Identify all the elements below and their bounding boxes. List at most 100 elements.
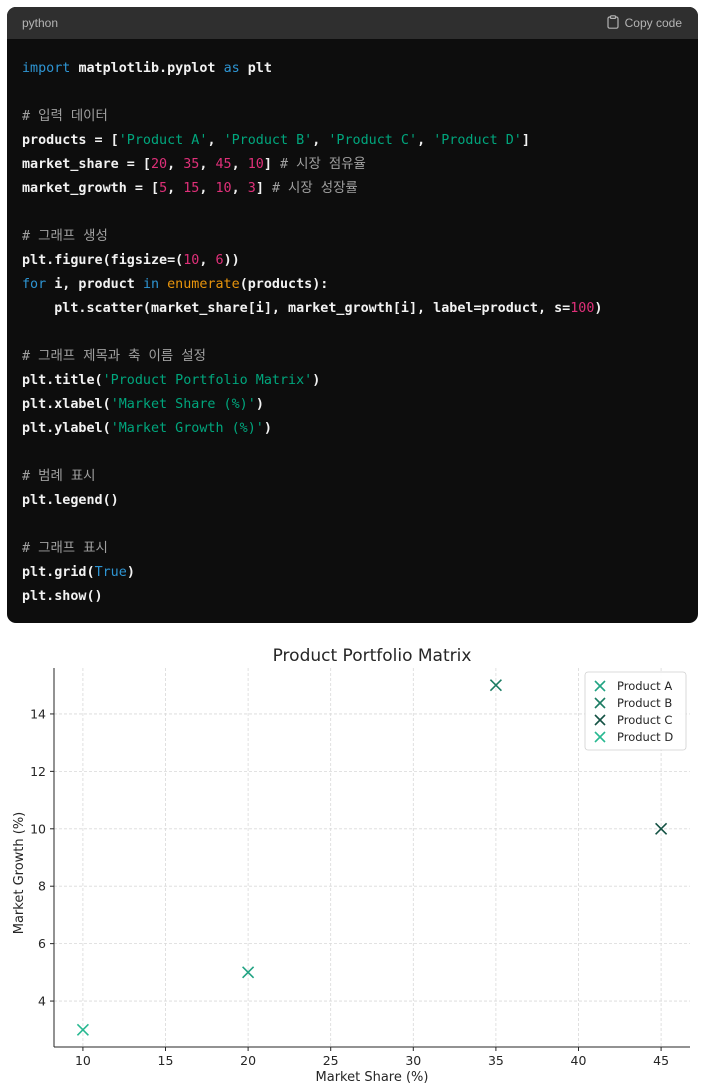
code-line: market_share = [20, 35, 45, 10] # 시장 점유율 xyxy=(22,153,683,177)
code-token: 15 xyxy=(183,181,200,196)
code-line: plt.legend() xyxy=(22,489,683,513)
code-line: plt.xlabel('Market Share (%)') xyxy=(22,393,683,417)
code-token: ) xyxy=(255,397,264,412)
code-token: 10 xyxy=(215,181,232,196)
x-tick-label: 25 xyxy=(323,1053,339,1068)
code-token: 'Product Portfolio Matrix' xyxy=(102,373,313,388)
legend: Product A Product B Product C Product D xyxy=(584,671,687,751)
code-token: plt.xlabel( xyxy=(22,397,111,412)
code-token: in xyxy=(142,277,168,292)
code-token: 3 xyxy=(247,181,256,196)
code-line: plt.grid(True) xyxy=(22,561,683,585)
code-token: 'Product B' xyxy=(223,133,313,148)
code-line: # 그래프 생성 xyxy=(22,225,683,249)
code-token: 35 xyxy=(183,157,200,172)
legend-label: Product A xyxy=(617,679,672,693)
code-token: )) xyxy=(223,253,240,268)
chart-canvas: 10 15 20 25 30 35 40 45 4 6 8 10 12 14 Product Portfo… xyxy=(12,646,690,1085)
code-line: # 입력 데이터 xyxy=(22,105,683,129)
copy-code-button[interactable]: Copy code xyxy=(607,14,682,32)
y-tick-label: 6 xyxy=(38,936,46,951)
code-token: 20 xyxy=(151,157,168,172)
code-token: 6 xyxy=(215,253,224,268)
legend-label: Product C xyxy=(617,713,672,727)
copy-code-label: Copy code xyxy=(624,16,682,30)
code-token: , xyxy=(199,253,216,268)
code-token: plt.legend() xyxy=(22,493,119,508)
code-token: 100 xyxy=(570,301,595,316)
x-tick-label: 30 xyxy=(405,1053,421,1068)
code-token: ) xyxy=(594,301,603,316)
code-token: ) xyxy=(312,373,321,388)
legend-label: Product B xyxy=(617,696,672,710)
code-token: as xyxy=(223,61,248,76)
code-block-header: python Copy code xyxy=(7,7,698,39)
code-token: plt xyxy=(247,61,272,76)
code-token: 10 xyxy=(183,253,200,268)
code-token: enumerate xyxy=(167,277,240,292)
code-token: # 시장 점유율 xyxy=(280,157,366,172)
y-tick-label: 8 xyxy=(38,879,46,894)
code-token: , xyxy=(417,133,434,148)
code-token: matplotlib.pyplot xyxy=(78,61,224,76)
clipboard-icon xyxy=(607,14,619,32)
code-line: plt.show() xyxy=(22,585,683,609)
code-line: plt.figure(figsize=(10, 6)) xyxy=(22,249,683,273)
code-line: import matplotlib.pyplot as plt xyxy=(22,57,683,81)
code-token: i, product xyxy=(54,277,143,292)
y-tick-label: 10 xyxy=(30,821,46,836)
code-token: , xyxy=(167,181,184,196)
code-token: , xyxy=(231,181,248,196)
code-token: # 그래프 표시 xyxy=(22,541,108,556)
code-token: # 그래프 제목과 축 이름 설정 xyxy=(22,349,206,364)
code-line: products = ['Product A', 'Product B', 'P… xyxy=(22,129,683,153)
code-block: python Copy code import matplotlib.pyplo… xyxy=(7,7,698,623)
code-line: market_growth = [5, 15, 10, 3] # 시장 성장률 xyxy=(22,177,683,201)
code-token: # 입력 데이터 xyxy=(22,109,108,124)
code-token: for xyxy=(22,277,55,292)
code-token: , xyxy=(207,133,224,148)
code-token: plt.scatter(market_share[i], market_grow… xyxy=(22,301,571,316)
code-token: 'Product D' xyxy=(433,133,522,148)
code-token: plt.show() xyxy=(22,589,103,604)
x-tick-label: 15 xyxy=(158,1053,174,1068)
y-tick-label: 14 xyxy=(30,706,46,721)
code-line: # 그래프 표시 xyxy=(22,537,683,561)
x-tick-label: 20 xyxy=(240,1053,256,1068)
code-token: ] xyxy=(255,181,272,196)
code-token: # 시장 성장률 xyxy=(271,181,358,196)
code-token: 'Product C' xyxy=(328,133,418,148)
code-token: True xyxy=(94,565,127,580)
code-token: plt.ylabel( xyxy=(22,421,111,436)
x-tick-label: 45 xyxy=(653,1053,669,1068)
code-token: # 범례 표시 xyxy=(22,469,96,484)
code-token: ) xyxy=(263,421,272,436)
x-axis-label: Market Share (%) xyxy=(316,1070,429,1085)
code-line: ​ xyxy=(22,513,683,537)
scatter-chart: 10 15 20 25 30 35 40 45 4 6 8 10 12 14 Product Portfo… xyxy=(0,640,704,1087)
code-line: # 그래프 제목과 축 이름 설정 xyxy=(22,345,683,369)
code-line: for i, product in enumerate(products): xyxy=(22,273,683,297)
code-token: # 그래프 생성 xyxy=(22,229,108,244)
code-line: plt.title('Product Portfolio Matrix') xyxy=(22,369,683,393)
code-token: (products): xyxy=(239,277,329,292)
code-token: , xyxy=(199,157,216,172)
code-token: plt.figure(figsize=( xyxy=(22,253,184,268)
y-tick-label: 4 xyxy=(38,994,46,1009)
code-language-label: python xyxy=(22,16,59,30)
x-tick-label: 35 xyxy=(488,1053,504,1068)
code-token: 5 xyxy=(159,181,168,196)
y-tick-label: 12 xyxy=(30,764,46,779)
code-token: 'Product A' xyxy=(118,133,208,148)
legend-label: Product D xyxy=(617,730,673,744)
x-tick-label: 10 xyxy=(75,1053,91,1068)
code-line: # 범례 표시 xyxy=(22,465,683,489)
code-token: , xyxy=(312,133,329,148)
tick-labels: 10 15 20 25 30 35 40 45 4 6 8 10 12 14 xyxy=(30,706,669,1068)
code-token: 45 xyxy=(215,157,232,172)
code-token: market_share = [ xyxy=(22,157,151,172)
code-line: plt.scatter(market_share[i], market_grow… xyxy=(22,297,683,321)
code-line: plt.ylabel('Market Growth (%)') xyxy=(22,417,683,441)
code-content: import matplotlib.pyplot as plt ​ # 입력 데이터… xyxy=(7,39,698,609)
code-token: market_growth = [ xyxy=(22,181,160,196)
